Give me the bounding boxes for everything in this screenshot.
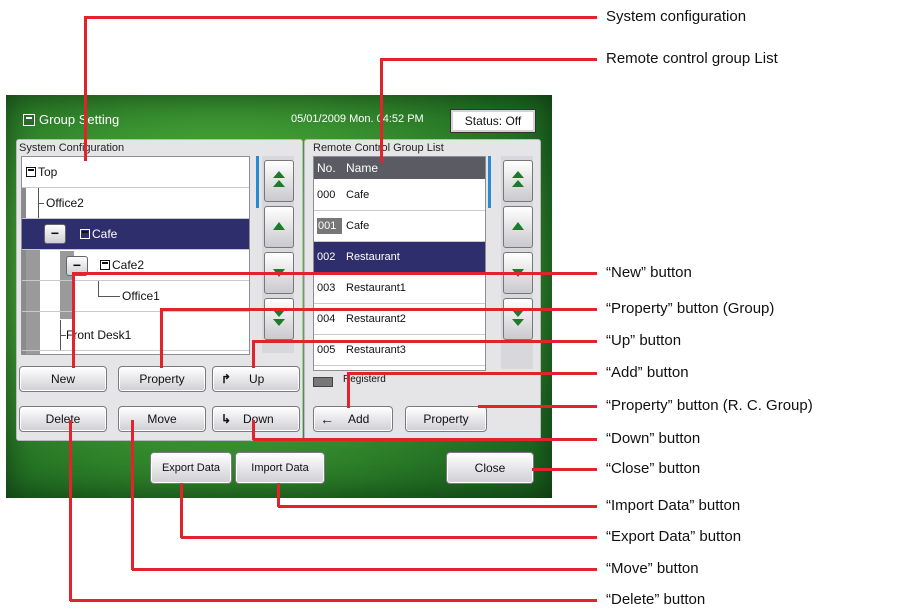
scroll-up-button[interactable]	[503, 206, 533, 248]
list-header: No. Name	[314, 157, 485, 179]
callout-line	[181, 536, 597, 539]
up-arrow-icon	[273, 222, 285, 230]
import-data-button[interactable]: Import Data	[235, 452, 325, 484]
system-configuration-label: System Configuration	[19, 142, 125, 154]
group-icon	[100, 260, 110, 270]
delete-button[interactable]: Delete	[19, 406, 107, 432]
callout-line	[72, 272, 75, 368]
double-up-arrow-icon	[273, 180, 285, 187]
group-icon	[26, 167, 36, 177]
tree-node-front-desk1[interactable]: Front Desk1	[22, 320, 249, 351]
scroll-position-bar	[256, 156, 259, 208]
left-arrow-icon: ←	[320, 411, 334, 427]
callout-line	[347, 372, 350, 408]
double-down-arrow-icon	[512, 310, 524, 317]
double-down-arrow-icon	[512, 319, 524, 326]
callout-line	[380, 58, 383, 163]
system-configuration-section: System Configuration Top Office2 − Cafe …	[16, 139, 303, 441]
list-item[interactable]: 002 Restaurant	[314, 242, 485, 273]
tree-node-top[interactable]: Top	[22, 157, 249, 188]
list-scrollbar[interactable]	[501, 156, 533, 369]
tree-node-cafe2[interactable]: − Cafe2	[22, 250, 249, 281]
tree-connector	[38, 203, 44, 204]
list-item[interactable]: 001 Cafe	[314, 211, 485, 242]
callout-line	[252, 340, 255, 368]
list-item[interactable]: 003 Restaurant1	[314, 273, 485, 304]
annotation-delete-button: “Delete” button	[606, 591, 706, 608]
double-down-arrow-icon	[273, 310, 285, 317]
tree-connector	[98, 296, 120, 297]
scroll-bottom-button[interactable]	[503, 298, 533, 340]
remote-control-group-section: Remote Control Group List No. Name 000 C…	[304, 139, 541, 441]
group-icon	[80, 229, 90, 239]
title-bar: Group Setting 05/01/2009 Mon. 04:52 PM S…	[6, 95, 552, 141]
property-rc-group-button[interactable]: Property	[405, 406, 487, 432]
callout-line	[132, 568, 597, 571]
annotation-system-configuration: System configuration	[606, 8, 747, 25]
scroll-top-button[interactable]	[503, 160, 533, 202]
add-button[interactable]: ← Add	[313, 406, 393, 432]
double-up-arrow-icon	[273, 171, 285, 178]
callout-line	[278, 505, 597, 508]
callout-line	[478, 405, 597, 408]
annotation-add-button: “Add” button	[606, 364, 689, 381]
annotation-property-group-button: “Property” button (Group)	[606, 300, 775, 317]
callout-line	[160, 308, 163, 368]
export-data-button[interactable]: Export Data	[150, 452, 232, 484]
callout-line	[348, 372, 597, 375]
callout-line	[253, 340, 597, 343]
callout-line	[85, 16, 597, 19]
annotation-export-data-button: “Export Data” button	[606, 528, 742, 545]
annotation-down-button: “Down” button	[606, 430, 701, 447]
down-button[interactable]: ↳ Down	[212, 406, 300, 432]
registered-legend-swatch	[313, 377, 333, 387]
callout-line	[532, 468, 597, 471]
annotation-import-data-button: “Import Data” button	[606, 497, 741, 514]
up-arrow-icon: ↱	[221, 372, 232, 386]
annotation-remote-control-group-list: Remote control group List	[606, 50, 778, 67]
double-up-arrow-icon	[512, 180, 524, 187]
new-button[interactable]: New	[19, 366, 107, 392]
annotation-close-button: “Close” button	[606, 460, 701, 477]
remote-control-group-list: No. Name 000 Cafe 001 Cafe 002 Restauran…	[313, 156, 486, 371]
tree-node-cafe[interactable]: − Cafe	[22, 219, 249, 250]
up-arrow-icon	[512, 222, 524, 230]
callout-line	[180, 483, 183, 538]
callout-line	[161, 308, 597, 311]
annotation-move-button: “Move” button	[606, 560, 699, 577]
system-configuration-tree: Top Office2 − Cafe − Cafe2 Office1 Front…	[21, 156, 250, 355]
collapse-button[interactable]: −	[44, 224, 66, 244]
callout-line	[69, 420, 72, 601]
tree-scrollbar[interactable]	[262, 156, 294, 353]
down-arrow-icon: ↳	[221, 412, 232, 426]
status-badge: Status: Off	[451, 110, 535, 132]
callout-line	[277, 483, 280, 507]
close-button[interactable]: Close	[446, 452, 534, 484]
scroll-position-bar	[488, 156, 491, 208]
annotation-new-button: “New” button	[606, 264, 692, 281]
callout-line	[131, 420, 134, 570]
callout-line	[252, 420, 255, 440]
list-item[interactable]: 000 Cafe	[314, 180, 485, 211]
double-up-arrow-icon	[512, 171, 524, 178]
tree-connector	[98, 281, 99, 297]
window-icon	[23, 114, 35, 126]
scroll-bottom-button[interactable]	[264, 298, 294, 340]
annotation-property-rc-group-button: “Property” button (R. C. Group)	[606, 397, 813, 414]
window-title: Group Setting	[39, 112, 120, 127]
up-button[interactable]: ↱ Up	[212, 366, 300, 392]
property-group-button[interactable]: Property	[118, 366, 206, 392]
double-down-arrow-icon	[273, 319, 285, 326]
annotation-up-button: “Up” button	[606, 332, 682, 349]
scroll-up-button[interactable]	[264, 206, 294, 248]
callout-line	[253, 438, 597, 441]
scroll-top-button[interactable]	[264, 160, 294, 202]
callout-line	[70, 599, 597, 602]
date-time: 05/01/2009 Mon. 04:52 PM	[291, 113, 424, 125]
remote-control-group-label: Remote Control Group List	[313, 142, 444, 154]
callout-line	[84, 16, 87, 161]
callout-line	[381, 58, 597, 61]
tree-node-office2[interactable]: Office2	[22, 188, 249, 219]
callout-line	[73, 272, 597, 275]
